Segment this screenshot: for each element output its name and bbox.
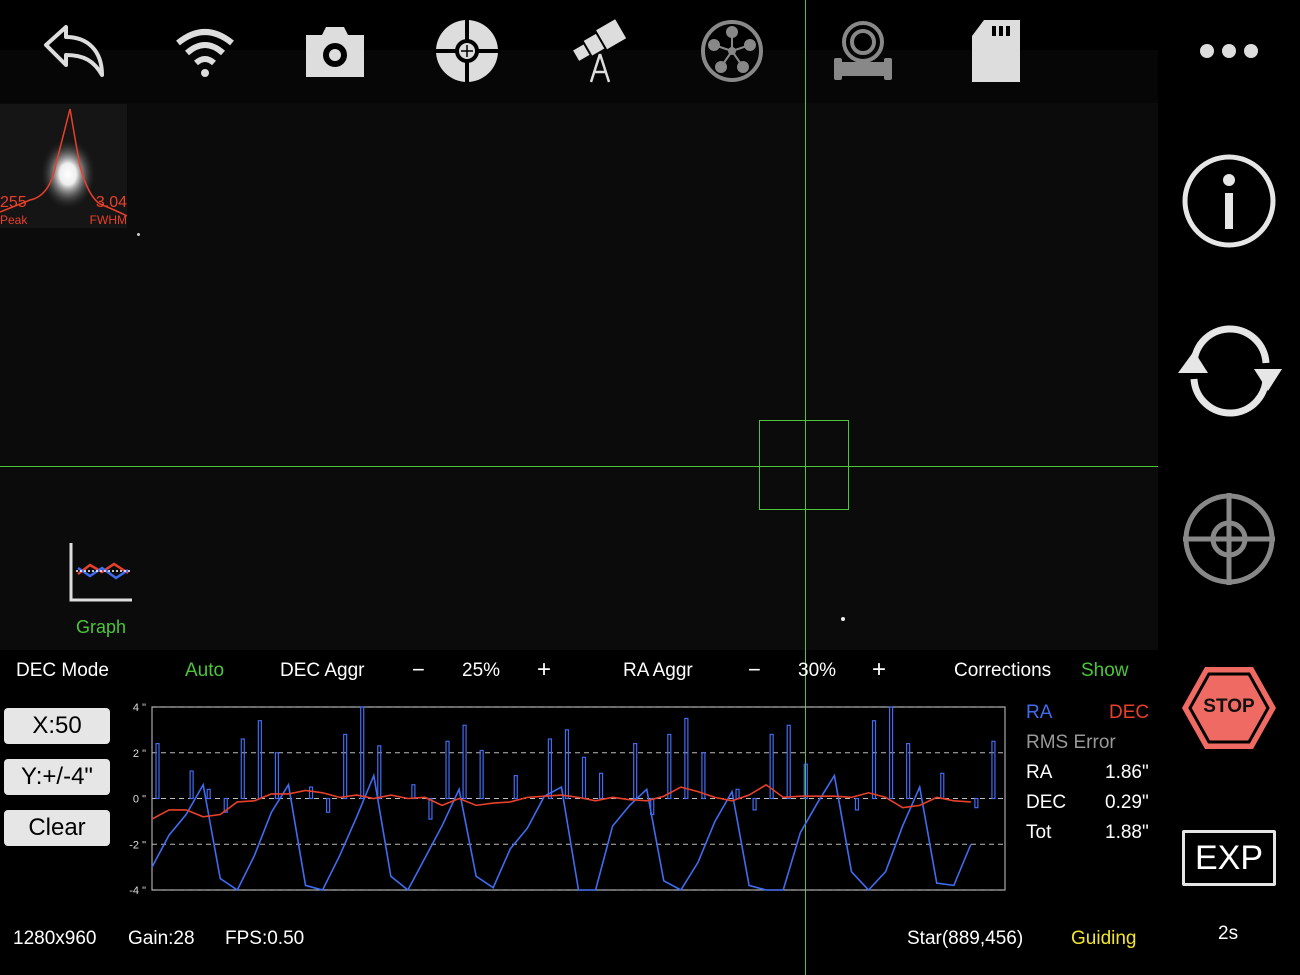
ra-correction-bar (581, 756, 587, 800)
legend-ra: RA (1026, 702, 1053, 723)
ra-correction-bar (991, 740, 996, 800)
ra-correction-bar (940, 772, 945, 800)
ra-correction-bar (752, 797, 757, 811)
ra-correction-bar (240, 738, 245, 800)
info-button[interactable] (1181, 153, 1277, 254)
loop-button[interactable] (1176, 323, 1284, 423)
ra-correction-bar (854, 797, 860, 811)
ra-correction-bar (701, 752, 706, 800)
rms-tot-value: 1.88" (1105, 822, 1149, 843)
guide-select-button[interactable] (1181, 491, 1277, 592)
rms-dec-value: 0.29" (1105, 792, 1149, 813)
ra-correction-bar (274, 752, 280, 800)
ra-correction-bar (411, 784, 416, 800)
stop-label: STOP (1203, 696, 1255, 717)
ra-correction-bar (906, 742, 911, 800)
rms-ra-value: 1.86" (1105, 762, 1149, 783)
ra-correction-bar (598, 772, 604, 800)
more-button[interactable] (1194, 18, 1264, 84)
y-tick-label: -2 " (129, 839, 146, 851)
y-tick-label: -4 " (129, 885, 146, 897)
stop-button[interactable]: STOP (1181, 665, 1277, 751)
ra-correction-bar (513, 775, 518, 800)
exposure-value: 2s (1218, 923, 1239, 944)
ra-correction-bar (428, 797, 433, 820)
ra-correction-bar (308, 786, 314, 800)
crosshair-target-icon (1183, 493, 1275, 585)
ra-correction-bar (257, 720, 262, 800)
ra-correction-bar (462, 724, 467, 800)
ra-correction-bar (479, 749, 484, 800)
guide-graph: 4 " 2 " 0 " -2 " -4 " (129, 702, 1006, 897)
y-tick-label: 4 " (133, 702, 146, 714)
rms-ra-label: RA (1026, 762, 1053, 783)
star-position: Star(889,456) (907, 928, 1024, 949)
ra-correction-bar (189, 770, 194, 800)
ra-correction-bar (735, 788, 740, 800)
fps: FPS:0.50 (225, 928, 305, 949)
ra-correction-bar (326, 797, 331, 813)
refresh-icon (1178, 325, 1282, 417)
ra-correction-bar (786, 724, 791, 800)
ra-correction-bar (871, 720, 877, 800)
ra-correction-bar (445, 740, 450, 800)
ra-correction-bar (803, 763, 808, 800)
ra-correction-bar (547, 738, 552, 800)
ra-correction-bar (633, 742, 638, 800)
ra-correction-bar (667, 733, 672, 800)
rms-tot-label: Tot (1026, 822, 1052, 843)
ra-correction-bar (974, 797, 979, 809)
rms-title: RMS Error (1026, 732, 1116, 753)
ra-correction-bar (343, 733, 348, 800)
ra-correction-bar (564, 729, 570, 800)
exposure-button[interactable]: EXP (1182, 830, 1276, 886)
ra-correction-bar (377, 745, 382, 800)
more-icon (1200, 44, 1258, 58)
y-tick-label: 2 " (133, 748, 146, 760)
gain: Gain:28 (128, 928, 195, 949)
ra-correction-bar (206, 788, 211, 800)
y-tick-label: 0 " (133, 794, 146, 806)
guiding-status: Guiding (1071, 928, 1137, 949)
ra-correction-bar (155, 742, 160, 800)
rms-dec-label: DEC (1026, 792, 1067, 813)
ra-correction-bar (684, 717, 689, 800)
resolution: 1280x960 (13, 928, 97, 949)
info-icon (1182, 154, 1276, 248)
legend-dec: DEC (1109, 702, 1150, 723)
